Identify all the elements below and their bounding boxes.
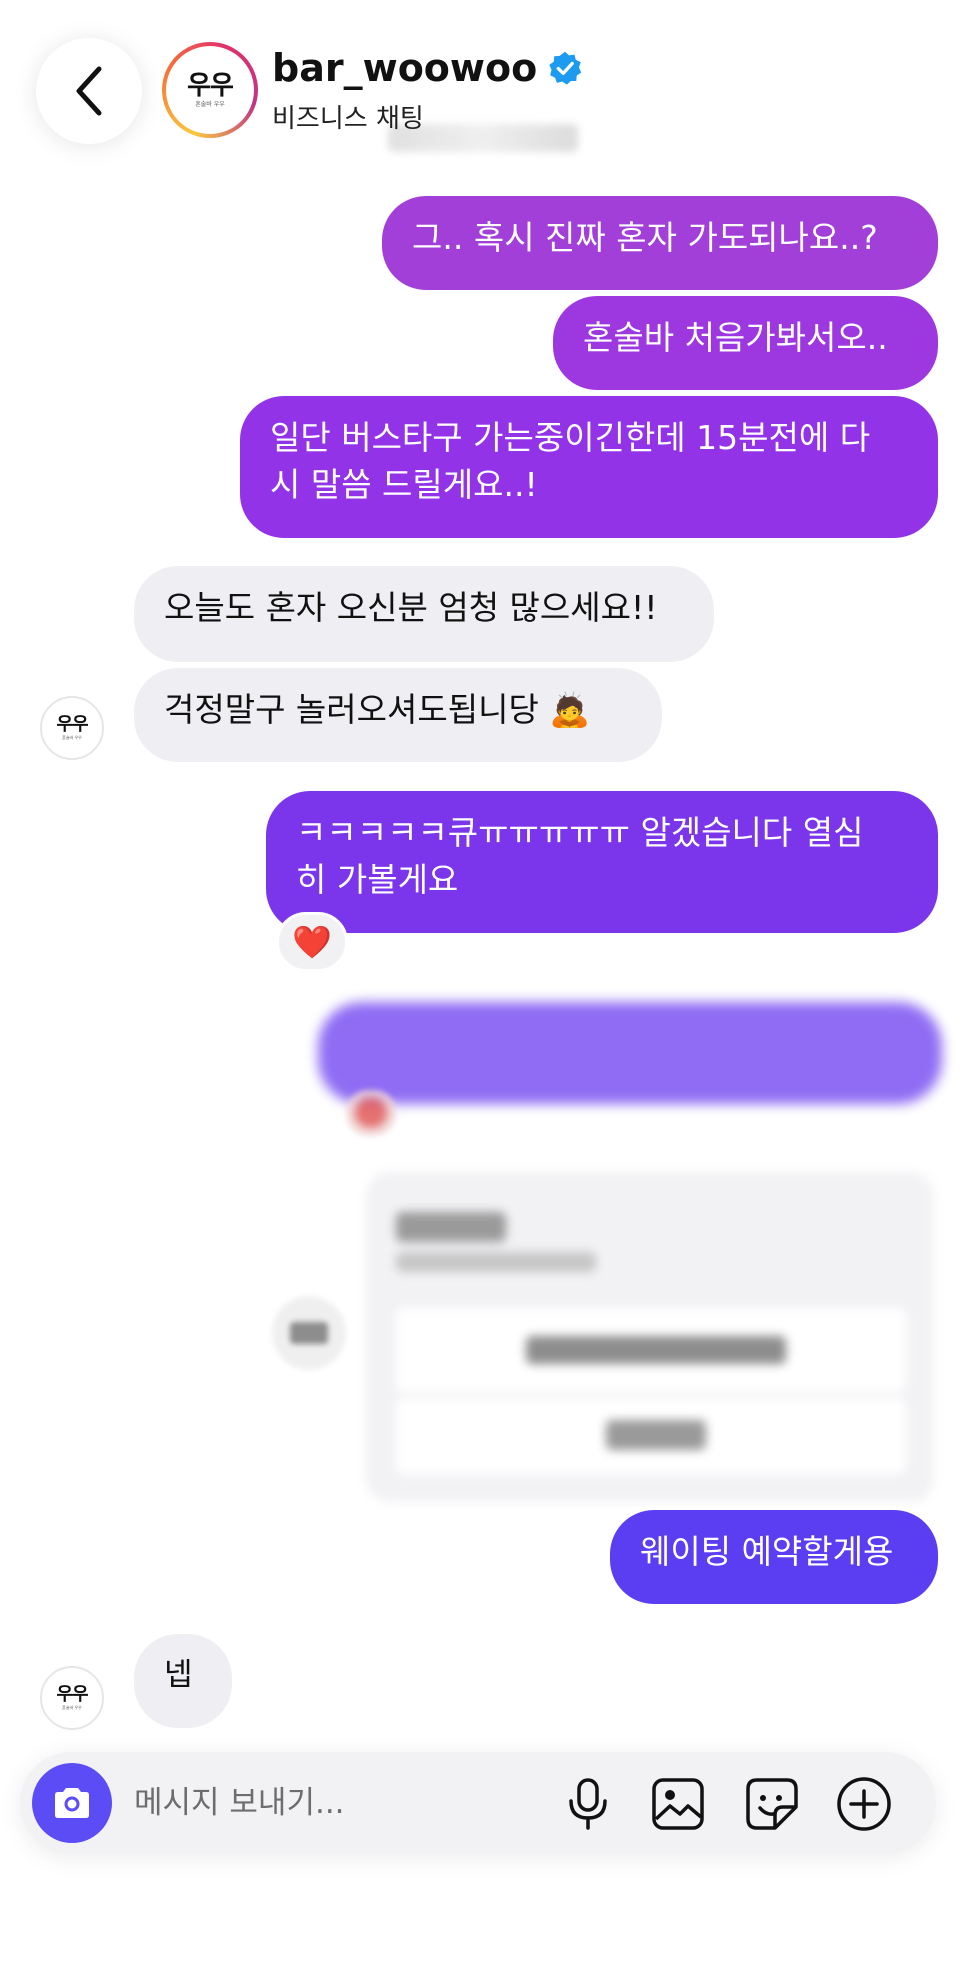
message-in[interactable]: 걱정말구 놀러오셔도됩니당 🙇: [134, 668, 662, 762]
avatar-logo-subtext: 혼술바 우우: [62, 1705, 82, 1710]
message-text: 그.. 혹시 진짜 혼자 가도되나요..?: [412, 218, 878, 257]
blurred-shared-card: [366, 1172, 934, 1502]
username-text: bar_woowoo: [272, 46, 538, 90]
message-out[interactable]: 그.. 혹시 진짜 혼자 가도되나요..?: [382, 196, 938, 290]
microphone-icon: [569, 1778, 607, 1830]
gallery-button[interactable]: [648, 1774, 708, 1834]
heart-reaction-icon: ❤️: [292, 923, 332, 961]
message-composer: [20, 1752, 936, 1854]
message-in[interactable]: 오늘도 혼자 오신분 엄청 많으세요!!: [134, 566, 714, 662]
sender-avatar[interactable]: 우우 혼술바 우우: [40, 696, 104, 760]
camera-icon: [55, 1788, 89, 1818]
message-text: 오늘도 혼자 오신분 엄청 많으세요!!: [164, 588, 658, 627]
message-out[interactable]: 혼술바 처음가봐서오..: [553, 296, 938, 390]
sticker-icon: [746, 1778, 798, 1830]
back-button[interactable]: [36, 38, 142, 144]
header: [0, 0, 966, 190]
message-text: 일단 버스타구 가는중이긴한데 15분전에 다 시 말씀 드릴게요..!: [270, 418, 871, 504]
message-text: 넵: [164, 1657, 193, 1693]
message-input[interactable]: [134, 1780, 454, 1826]
message-out[interactable]: 웨이팅 예약할게용: [610, 1510, 938, 1604]
message-text: 걱정말구 놀러오셔도됩니당 🙇: [164, 690, 591, 729]
back-icon: [76, 66, 102, 116]
message-text: ㅋㅋㅋㅋㅋ큐ㅠㅠㅠㅠㅠ 알겠습니다 열심 히 가볼게요: [296, 813, 864, 899]
gallery-icon: [652, 1778, 704, 1830]
camera-button[interactable]: [32, 1763, 112, 1843]
avatar-logo-text: 우우: [56, 1684, 88, 1705]
plus-icon: [837, 1777, 891, 1831]
verified-icon: [549, 51, 582, 85]
chat-subtitle: 비즈니스 채팅: [272, 104, 424, 134]
message-text: 웨이팅 예약할게용: [640, 1532, 894, 1571]
microphone-button[interactable]: [558, 1774, 618, 1834]
avatar-logo-subtext: 혼술바 우우: [62, 735, 82, 740]
more-button[interactable]: [834, 1774, 894, 1834]
message-out[interactable]: ㅋㅋㅋㅋㅋ큐ㅠㅠㅠㅠㅠ 알겠습니다 열심 히 가볼게요: [266, 791, 938, 933]
blurred-message: [318, 1002, 942, 1104]
message-text: 혼술바 처음가봐서오..: [583, 318, 888, 357]
sticker-button[interactable]: [742, 1774, 802, 1834]
message-in[interactable]: 넵: [134, 1634, 232, 1728]
avatar-logo-text: 우우: [56, 714, 88, 735]
message-out[interactable]: 일단 버스타구 가는중이긴한데 15분전에 다 시 말씀 드릴게요..!: [240, 396, 938, 538]
chat-username[interactable]: bar_woowoo: [272, 46, 583, 90]
blurred-avatar: [272, 1296, 346, 1370]
profile-avatar[interactable]: 우우 혼술바 우우: [162, 42, 258, 138]
sender-avatar[interactable]: 우우 혼술바 우우: [40, 1666, 104, 1730]
blurred-reaction: [346, 1090, 396, 1136]
avatar-logo-text: 우우: [187, 70, 234, 101]
reaction-badge[interactable]: ❤️: [276, 912, 348, 972]
avatar-logo-subtext: 혼술바 우우: [195, 100, 225, 108]
